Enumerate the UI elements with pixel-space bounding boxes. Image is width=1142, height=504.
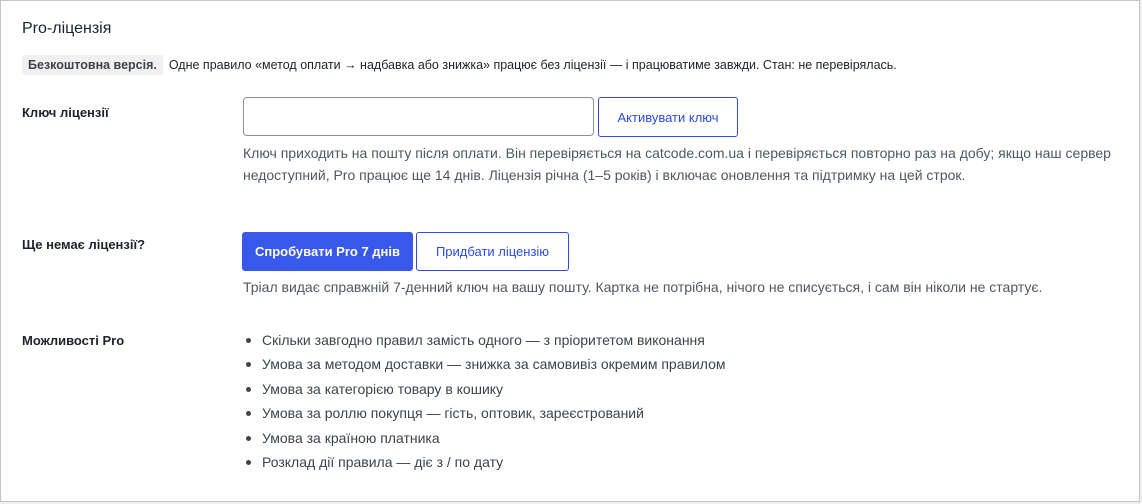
bullet-icon (246, 435, 251, 441)
no-license-label: Ще немає ліцензії? (22, 237, 146, 252)
bullet-icon (246, 338, 251, 343)
pro-license-panel: Pro-ліцензія Безкоштовна версія. Одне пр… (0, 0, 1140, 502)
pro-features-list: Скільки завгодно правил замість одного —… (243, 328, 725, 474)
license-key-help: Ключ приходить на пошту після оплати. Ві… (243, 142, 1111, 186)
bullet-icon (246, 362, 251, 368)
list-item: Скільки завгодно правил замість одного —… (243, 328, 725, 352)
feature-text: Розклад дії правила — діє з / по дату (262, 454, 504, 471)
list-item: Умова за категорією товару в кошику (243, 377, 725, 401)
feature-text: Скільки завгодно правил замість одного —… (262, 332, 705, 348)
list-item: Розклад дії правила — діє з / по дату (243, 450, 725, 474)
feature-text: Умова за категорією товару в кошику (262, 380, 504, 397)
list-item: Умова за методом доставки — знижка за са… (243, 352, 725, 376)
license-key-label: Ключ ліцензії (22, 105, 109, 120)
status-text: Одне правило «метод оплати → надбавка аб… (168, 58, 897, 72)
page-title: Pro-ліцензія (22, 20, 112, 37)
buy-license-button[interactable]: Придбати ліцензію (416, 232, 569, 271)
bullet-icon (246, 386, 251, 392)
bullet-icon (246, 411, 251, 417)
feature-text: Умова за роллю покупця — гість, оптовик,… (262, 405, 644, 422)
list-item: Умова за країною платника (243, 426, 725, 450)
try-pro-trial-button[interactable]: Спробувати Pro 7 днів (242, 232, 413, 271)
list-item: Умова за роллю покупця — гість, оптовик,… (243, 401, 725, 425)
free-version-badge: Безкоштовна версія. (22, 55, 163, 75)
activate-key-button[interactable]: Активувати ключ (598, 97, 738, 137)
license-key-help-line: Ключ приходить на пошту після оплати. Ві… (243, 145, 1111, 161)
pro-features-label: Можливості Pro (22, 333, 125, 348)
trial-help: Тріал видає справжній 7-денний ключ на в… (243, 279, 1043, 295)
feature-text: Умова за методом доставки — знижка за са… (262, 356, 726, 373)
bullet-icon (246, 460, 251, 466)
license-key-help-line: недоступний, Pro працює ще 14 днів. Ліце… (243, 167, 966, 183)
feature-text: Умова за країною платника (262, 429, 440, 446)
license-status: Безкоштовна версія. Одне правило «метод … (22, 55, 897, 75)
license-key-input[interactable] (243, 97, 594, 136)
